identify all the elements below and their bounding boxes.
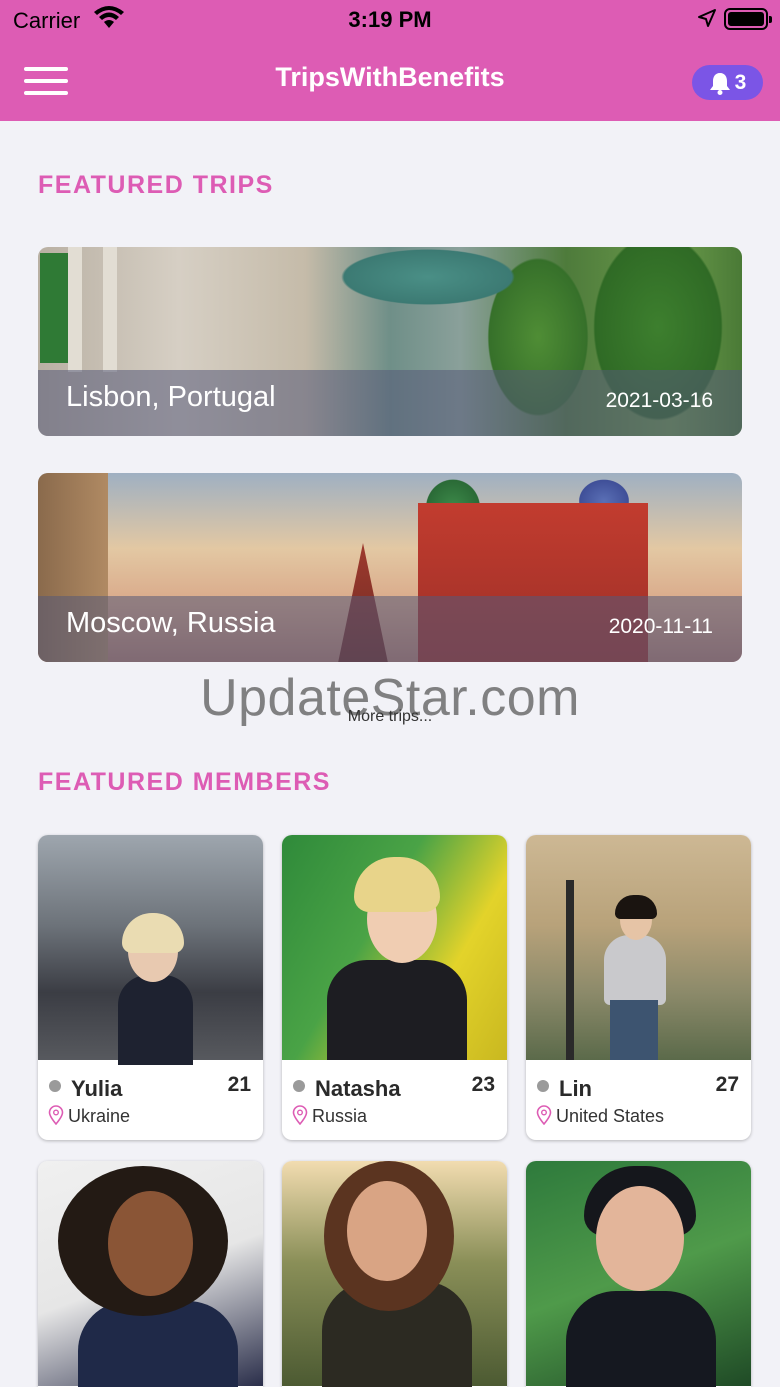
app-title: TripsWithBenefits [275, 62, 505, 92]
member-info: Yulia 21 Ukraine [38, 1060, 263, 1140]
member-country: Russia [312, 1106, 368, 1126]
clock: 3:19 PM [348, 7, 432, 32]
member-card-lin[interactable]: Lin 27 United States [526, 835, 751, 1140]
trip-photo-detail [68, 247, 82, 372]
member-age: 27 [715, 1073, 739, 1096]
trip-photo-detail [103, 247, 117, 372]
online-status-dot [537, 1080, 549, 1092]
member-photo [38, 1161, 263, 1387]
member-card[interactable] [38, 1161, 263, 1387]
notifications-button[interactable]: 3 [692, 65, 763, 100]
member-name: Lin [559, 1076, 592, 1101]
battery-icon [724, 8, 772, 30]
bell-icon [709, 72, 730, 95]
member-photo [282, 835, 507, 1060]
location-pin-icon [536, 1105, 552, 1125]
notification-count: 3 [734, 70, 747, 94]
location-pin-icon [292, 1105, 308, 1125]
location-pin-icon [48, 1105, 64, 1125]
member-card-yulia[interactable]: Yulia 21 Ukraine [38, 835, 263, 1140]
trip-photo-detail [40, 253, 70, 363]
status-bar: Carrier 3:19 PM [0, 0, 780, 40]
member-age: 21 [227, 1073, 251, 1096]
member-age: 23 [471, 1073, 495, 1096]
online-status-dot [49, 1080, 61, 1092]
member-info: Natasha 23 Russia [282, 1060, 507, 1140]
member-card[interactable] [526, 1161, 751, 1387]
navigation-bar: Carrier 3:19 PM TripsWithBenefits 3 [0, 0, 780, 121]
location-arrow-icon [698, 9, 716, 27]
trip-city: Moscow, Russia [66, 607, 276, 639]
more-trips-link[interactable]: More trips... [0, 708, 780, 726]
trip-card-lisbon[interactable]: Lisbon, Portugal 2021-03-16 [38, 247, 742, 436]
trip-city: Lisbon, Portugal [66, 381, 276, 413]
member-info: Lin 27 United States [526, 1060, 751, 1140]
trip-card-moscow[interactable]: Moscow, Russia 2020-11-11 [38, 473, 742, 662]
member-photo [526, 1161, 751, 1387]
member-photo [526, 835, 751, 1060]
member-name: Natasha [315, 1076, 401, 1101]
online-status-dot [293, 1080, 305, 1092]
member-photo [38, 835, 263, 1065]
member-name: Yulia [71, 1076, 123, 1101]
member-card-natasha[interactable]: Natasha 23 Russia [282, 835, 507, 1140]
member-country: United States [556, 1106, 665, 1126]
trip-date: 2020-11-11 [608, 615, 713, 638]
featured-members-heading: FEATURED MEMBERS [38, 768, 331, 796]
member-photo [282, 1161, 507, 1387]
trip-date: 2021-03-16 [605, 389, 713, 412]
member-card[interactable] [282, 1161, 507, 1387]
member-country: Ukraine [68, 1106, 131, 1126]
featured-trips-heading: FEATURED TRIPS [38, 171, 274, 199]
